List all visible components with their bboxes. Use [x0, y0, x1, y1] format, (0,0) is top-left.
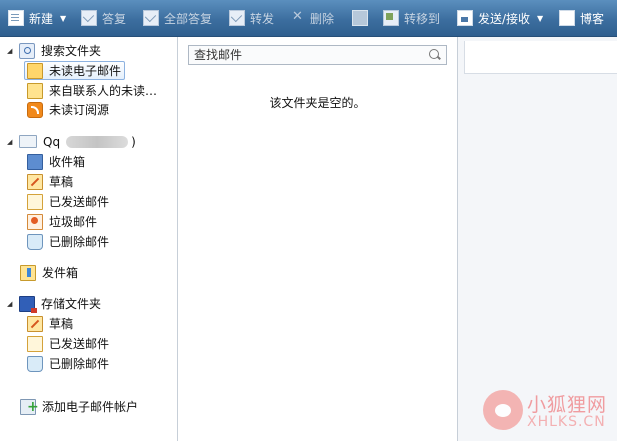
folder-pane: ◢ 搜索文件夹 未读电子邮件 来自联系人的未读… 未读订阅源 ◢ Qq ) 收件…	[0, 37, 178, 441]
storage-folder-icon	[19, 295, 37, 313]
search-input[interactable]	[189, 46, 420, 64]
forward-button[interactable]: 转发	[229, 8, 274, 28]
folder-drafts[interactable]: 草稿	[27, 172, 73, 191]
reply-all-button[interactable]: 全部答复	[143, 8, 212, 28]
add-account-icon	[20, 398, 39, 415]
reply-label: 答复	[102, 11, 127, 26]
storage-folder-sent[interactable]: 已发送邮件	[27, 334, 109, 353]
folder-label: 垃圾邮件	[49, 215, 98, 229]
drafts-pencil-icon	[27, 173, 43, 190]
move-to-label: 转移到	[404, 11, 441, 26]
blog-button[interactable]: 博客	[559, 8, 604, 28]
redacted-account-name	[66, 135, 129, 148]
outbox-icon	[20, 264, 36, 281]
blog-label: 博客	[580, 11, 605, 26]
new-document-icon	[8, 10, 24, 26]
blog-icon	[559, 10, 575, 26]
rss-feed-icon	[27, 101, 43, 118]
search-folder-icon	[19, 42, 35, 59]
delete-label: 删除	[310, 11, 335, 26]
collapse-triangle-icon[interactable]: ◢	[7, 47, 14, 55]
new-label: 新建	[29, 11, 54, 26]
folder-label: 已发送邮件	[49, 195, 110, 209]
storage-folder-deleted[interactable]: 已删除邮件	[27, 354, 109, 373]
folder-inbox[interactable]: 收件箱	[27, 152, 85, 171]
folder-label: 草稿	[49, 317, 74, 331]
inbox-icon	[27, 153, 43, 170]
folder-outbox[interactable]: 发件箱	[20, 263, 78, 282]
drafts-pencil-icon	[27, 315, 43, 332]
junk-mail-icon	[27, 213, 43, 230]
folder-label: 未读订阅源	[49, 103, 110, 117]
move-to-folder-icon	[383, 10, 399, 26]
toolbar: 新建 ▼ 答复 全部答复 转发 删除 转移到 发送/接收 ▼ 博客	[0, 0, 617, 37]
move-to-button[interactable]: 转移到	[383, 8, 440, 28]
reply-icon	[81, 10, 97, 26]
folder-sent[interactable]: 已发送邮件	[27, 192, 109, 211]
folder-label: 来自联系人的未读…	[49, 84, 158, 98]
sent-mail-icon	[27, 335, 43, 352]
storage-folder-drafts[interactable]: 草稿	[27, 314, 73, 333]
collapse-triangle-icon[interactable]: ◢	[7, 300, 14, 308]
forward-icon	[229, 10, 245, 26]
new-button[interactable]: 新建 ▼	[8, 8, 66, 28]
unread-mail-icon	[27, 62, 43, 79]
delete-button[interactable]: 删除	[291, 8, 334, 28]
account-group[interactable]: ◢ Qq )	[7, 132, 136, 151]
reading-pane	[458, 37, 617, 441]
contacts-mail-icon	[27, 82, 43, 99]
folder-junk[interactable]: 垃圾邮件	[27, 212, 97, 231]
mail-account-icon	[19, 135, 37, 148]
folder-label: 已删除邮件	[49, 235, 110, 249]
reply-button[interactable]: 答复	[81, 8, 126, 28]
folder-label: 收件箱	[49, 155, 86, 169]
trash-icon	[27, 355, 43, 372]
reply-all-icon	[143, 10, 159, 26]
chevron-down-icon[interactable]: ▼	[60, 14, 66, 23]
sent-mail-icon	[27, 193, 43, 210]
folder-label: 发件箱	[42, 266, 79, 280]
reply-all-label: 全部答复	[164, 11, 213, 26]
send-receive-label: 发送/接收	[478, 11, 531, 26]
message-list-pane: 该文件夹是空的。	[178, 37, 458, 441]
forward-label: 转发	[250, 11, 275, 26]
collapse-triangle-icon[interactable]: ◢	[7, 138, 14, 146]
folder-unread-from-contacts[interactable]: 来自联系人的未读…	[27, 81, 157, 100]
print-button[interactable]	[352, 8, 373, 28]
search-folders-label: 搜索文件夹	[41, 44, 102, 58]
storage-folders-label: 存储文件夹	[41, 297, 102, 311]
search-folders-group[interactable]: ◢ 搜索文件夹	[7, 41, 101, 60]
folder-unread-feeds[interactable]: 未读订阅源	[27, 100, 109, 119]
printer-icon	[352, 10, 368, 26]
account-name-prefix: Qq	[43, 134, 61, 149]
send-receive-icon	[457, 10, 473, 26]
add-email-account-link[interactable]: 添加电子邮件帐户	[20, 397, 138, 416]
chevron-down-icon[interactable]: ▼	[537, 14, 543, 23]
storage-folders-group[interactable]: ◢ 存储文件夹	[7, 294, 101, 313]
empty-folder-message: 该文件夹是空的。	[269, 96, 366, 110]
search-box	[188, 45, 447, 65]
folder-label: 已发送邮件	[49, 337, 110, 351]
reading-pane-header	[464, 41, 617, 74]
trash-icon	[27, 233, 43, 250]
folder-label: 草稿	[49, 175, 74, 189]
delete-icon	[291, 9, 305, 25]
search-icon[interactable]	[429, 49, 439, 59]
folder-label: 已删除邮件	[49, 357, 110, 371]
send-receive-button[interactable]: 发送/接收 ▼	[457, 8, 543, 28]
account-name-suffix: )	[131, 134, 136, 149]
folder-label: 未读电子邮件	[49, 64, 122, 78]
folder-deleted[interactable]: 已删除邮件	[27, 232, 109, 251]
add-account-label: 添加电子邮件帐户	[42, 400, 139, 414]
folder-unread-mail[interactable]: 未读电子邮件	[24, 61, 126, 80]
